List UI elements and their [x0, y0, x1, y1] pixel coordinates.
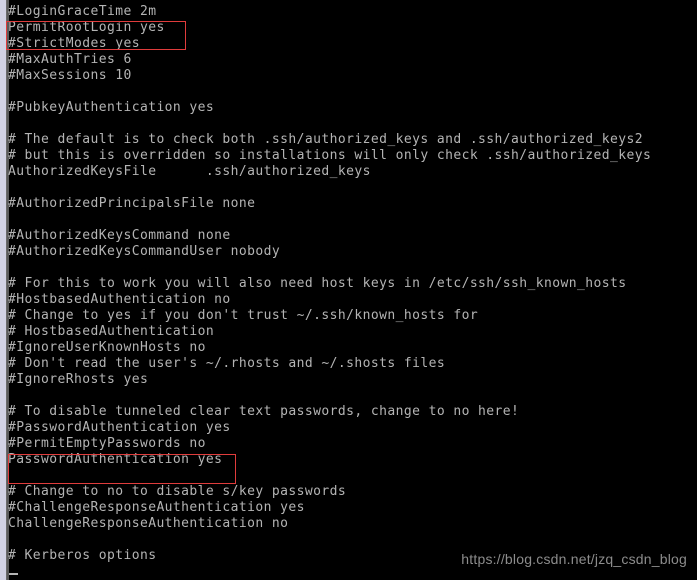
code-line: # but this is overridden so installation… — [8, 148, 652, 163]
code-line: # Change to no to disable s/key password… — [8, 484, 347, 499]
code-line: #PermitEmptyPasswords no — [8, 436, 206, 451]
code-line: #LoginGraceTime 2m — [8, 4, 157, 19]
code-line: AuthorizedKeysFile .ssh/authorized_keys — [8, 164, 371, 179]
code-line: #StrictModes yes — [8, 36, 140, 51]
code-line: #AuthorizedPrincipalsFile none — [8, 196, 256, 211]
code-line: #PubkeyAuthentication yes — [8, 100, 215, 115]
code-line: ChallengeResponseAuthentication no — [8, 516, 289, 531]
sshd-config-text[interactable]: #LoginGraceTime 2m PermitRootLogin yes #St… — [8, 4, 697, 564]
code-line: PermitRootLogin yes — [8, 20, 165, 35]
code-line: # The default is to check both .ssh/auth… — [8, 132, 643, 147]
code-line: # Change to yes if you don't trust ~/.ss… — [8, 308, 479, 323]
vertical-scrollbar[interactable] — [0, 0, 7, 580]
code-line: #MaxSessions 10 — [8, 68, 132, 83]
code-line: PasswordAuthentication yes — [8, 452, 223, 467]
code-line: #MaxAuthTries 6 — [8, 52, 132, 67]
terminal-window[interactable]: #LoginGraceTime 2m PermitRootLogin yes #St… — [0, 0, 697, 580]
watermark-text: https://blog.csdn.net/jzq_csdn_blog — [461, 551, 687, 567]
code-line: #HostbasedAuthentication no — [8, 292, 231, 307]
code-line: #AuthorizedKeysCommandUser nobody — [8, 244, 281, 259]
code-line: #ChallengeResponseAuthentication yes — [8, 500, 305, 515]
code-line: #AuthorizedKeysCommand none — [8, 228, 231, 243]
code-line: # HostbasedAuthentication — [8, 324, 215, 339]
code-line: # To disable tunneled clear text passwor… — [8, 404, 520, 419]
scrollbar-thumb[interactable] — [0, 0, 6, 580]
code-line: #IgnoreUserKnownHosts no — [8, 340, 206, 355]
text-cursor — [9, 573, 18, 575]
code-line: #IgnoreRhosts yes — [8, 372, 149, 387]
code-line: # Don't read the user's ~/.rhosts and ~/… — [8, 356, 446, 371]
code-line: #PasswordAuthentication yes — [8, 420, 231, 435]
code-line: # For this to work you will also need ho… — [8, 276, 627, 291]
